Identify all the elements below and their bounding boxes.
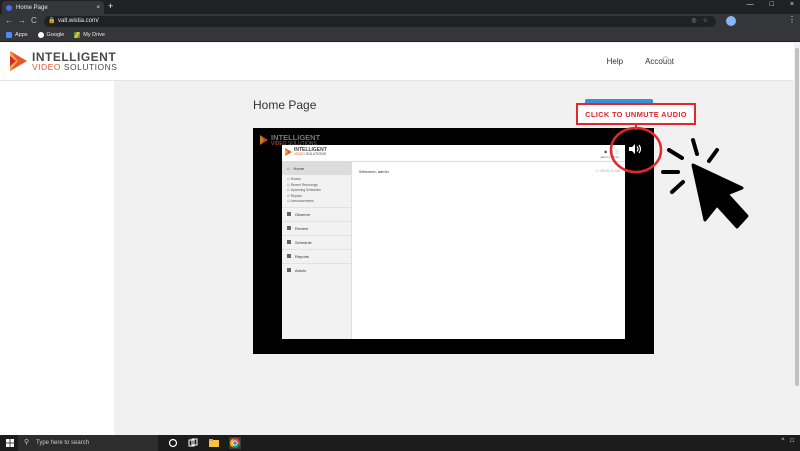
taskbar-search-box[interactable]: ⚲ Type here to search [18,435,158,451]
windows-taskbar: ⚲ Type here to search ^ □ [0,435,800,451]
system-tray: ^ □ [782,438,794,444]
highlight-circle [609,126,663,174]
annotation-overlay [609,125,749,229]
notification-icon[interactable]: □ [790,438,794,444]
taskbar-search-placeholder: Type here to search [36,440,90,446]
chrome-taskbar-icon[interactable] [229,437,241,449]
tray-chevron-icon[interactable]: ^ [782,438,785,444]
cortana-circle-icon[interactable] [168,438,178,448]
taskbar-search-icon: ⚲ [24,439,30,446]
file-explorer-icon[interactable] [209,438,219,448]
windows-start-icon[interactable] [6,439,14,447]
task-view-icon[interactable] [188,438,198,448]
hand-cursor-icon [691,163,749,229]
